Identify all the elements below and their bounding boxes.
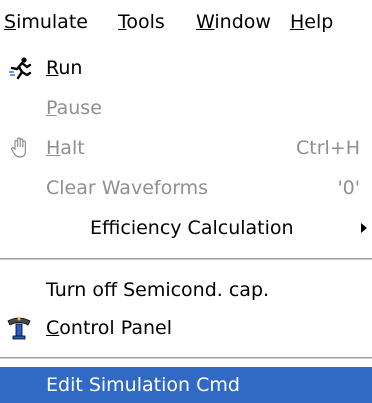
control-panel-mnemonic: C	[46, 317, 60, 339]
menu-item-efficiency-calculation-label: Efficiency Calculation	[90, 217, 294, 239]
running-man-icon	[9, 57, 32, 80]
pause-label-rest: ause	[56, 97, 102, 119]
menu-item-pause[interactable]: Pause	[0, 88, 372, 128]
menu-item-turn-off-semicond-cap-label: Turn off Semicond. cap.	[46, 279, 270, 301]
menu-item-efficiency-calculation[interactable]: Efficiency Calculation	[0, 208, 372, 248]
menu-item-clear-waveforms[interactable]: Clear Waveforms '0'	[0, 168, 372, 208]
hand-icon	[10, 137, 26, 158]
menubar-tools[interactable]: Tools	[118, 0, 165, 44]
menu-item-control-panel[interactable]: Control Panel	[0, 308, 372, 348]
simulate-menu: Run Pause Halt Ctrl+H Clear Waveforms '0…	[0, 44, 372, 403]
menu-item-pause-label: Pause	[46, 88, 102, 128]
menubar-tools-label: ools	[126, 11, 165, 33]
menu-bar: Simulate Tools Window Help	[0, 0, 372, 44]
run-mnemonic: R	[46, 57, 59, 79]
menu-item-halt-label: Halt	[46, 128, 85, 168]
menu-item-clear-waveforms-label: Clear Waveforms	[46, 177, 209, 199]
menu-item-run[interactable]: Run	[0, 48, 372, 88]
menubar-help-label: elp	[304, 11, 334, 33]
control-panel-icon	[7, 317, 31, 340]
pause-mnemonic: P	[46, 97, 57, 119]
menubar-window-label: indow	[214, 11, 271, 33]
control-panel-label-rest: ontrol Panel	[59, 317, 172, 339]
menubar-simulate[interactable]: Simulate	[4, 0, 88, 44]
menubar-window-mnemonic: W	[196, 11, 215, 33]
submenu-arrow-icon	[361, 223, 367, 233]
menu-item-control-panel-label: Control Panel	[46, 308, 172, 348]
menu-item-halt[interactable]: Halt Ctrl+H	[0, 128, 372, 168]
menubar-window[interactable]: Window	[196, 0, 271, 44]
run-label-rest: un	[58, 57, 83, 79]
menu-item-edit-simulation-cmd-label: Edit Simulation Cmd	[46, 374, 240, 396]
menu-separator-2	[0, 357, 372, 359]
clear-waveforms-shortcut: '0'	[337, 177, 360, 199]
menu-separator-1	[0, 258, 372, 260]
menu-item-turn-off-semicond-cap[interactable]: Turn off Semicond. cap.	[0, 270, 372, 310]
menubar-help[interactable]: Help	[290, 0, 333, 44]
menubar-help-mnemonic: H	[290, 11, 305, 33]
halt-label-rest: alt	[60, 137, 85, 159]
menubar-simulate-label: imulate	[16, 11, 88, 33]
menu-item-edit-simulation-cmd[interactable]: Edit Simulation Cmd	[0, 367, 372, 403]
halt-shortcut: Ctrl+H	[295, 137, 360, 159]
halt-mnemonic: H	[46, 137, 61, 159]
menu-item-run-label: Run	[46, 48, 82, 88]
menubar-simulate-mnemonic: S	[4, 11, 17, 33]
